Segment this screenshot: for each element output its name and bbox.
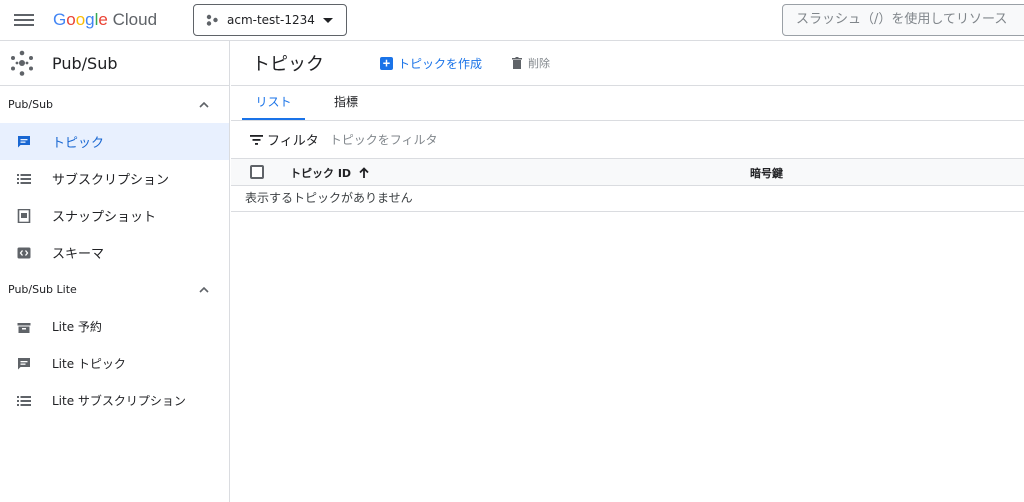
page-title: トピック (252, 54, 324, 75)
trash-icon (512, 57, 523, 69)
topic-icon (18, 357, 30, 369)
delete-label: 削除 (528, 57, 551, 70)
sidebar-item-lite-reservations[interactable]: Lite 予約 (0, 308, 229, 345)
table-header-row: トピック ID 暗号鍵 (231, 159, 1024, 186)
section-title: Pub/Sub (8, 98, 54, 111)
sidebar-item-label: スキーマ (52, 247, 105, 262)
google-cloud-logo[interactable]: Google Cloud (53, 8, 157, 32)
sidebar-item-snapshots[interactable]: スナップショット (0, 197, 229, 234)
sidebar-item-subscriptions[interactable]: サブスクリプション (0, 160, 229, 197)
list-icon (17, 173, 31, 184)
page-header: トピック + トピックを作成 削除 (231, 41, 1024, 86)
chevron-up-icon (199, 101, 209, 108)
empty-table-message: 表示するトピックがありません (231, 186, 1024, 212)
tab-list[interactable]: リスト (242, 86, 305, 120)
delete-button[interactable]: 削除 (512, 55, 550, 71)
sidebar-item-label: Lite トピック (52, 357, 126, 371)
tab-bar: リスト 指標 (231, 86, 1024, 121)
project-name: acm-test-1234 (227, 13, 315, 27)
create-topic-button[interactable]: + トピックを作成 (380, 55, 482, 72)
list-icon (17, 395, 31, 406)
section-header-pubsub[interactable]: Pub/Sub (0, 86, 229, 123)
snapshot-icon (17, 208, 31, 223)
filter-bar: フィルタ (231, 121, 1024, 159)
dropdown-caret-icon (322, 17, 333, 23)
sidebar-item-label: サブスクリプション (52, 173, 170, 188)
product-header: Pub/Sub (0, 41, 229, 86)
column-label: トピック ID (290, 167, 352, 180)
sort-arrow-up-icon (359, 167, 369, 178)
pubsub-logo-icon (11, 50, 33, 76)
schema-icon (17, 247, 31, 258)
sidebar-item-label: トピック (52, 136, 105, 151)
column-header-encryption-key[interactable]: 暗号鍵 (750, 165, 783, 181)
sidebar-item-lite-topics[interactable]: Lite トピック (0, 345, 229, 382)
column-header-topic-id[interactable]: トピック ID (290, 165, 369, 181)
section-title: Pub/Sub Lite (8, 283, 77, 296)
select-all-checkbox[interactable] (250, 165, 264, 179)
chevron-up-icon (199, 286, 209, 293)
project-icon (206, 14, 218, 26)
section-header-pubsub-lite[interactable]: Pub/Sub Lite (0, 271, 229, 308)
search-input[interactable]: スラッシュ（/）を使用してリソース (782, 4, 1024, 36)
sidebar-item-topics[interactable]: トピック (0, 123, 229, 160)
hamburger-menu-icon[interactable] (14, 11, 34, 29)
sidebar-item-label: Lite サブスクリプション (52, 394, 186, 408)
sidebar: Pub/Sub Pub/Sub トピック サブスクリプション スナップショット (0, 41, 230, 502)
filter-icon[interactable] (250, 134, 263, 145)
sidebar-item-lite-subscriptions[interactable]: Lite サブスクリプション (0, 382, 229, 419)
sidebar-item-label: スナップショット (52, 210, 157, 225)
top-bar: Google Cloud acm-test-1234 スラッシュ（/）を使用して… (0, 0, 1024, 41)
main-content: トピック + トピックを作成 削除 リスト 指標 フィルタ トピック I (231, 41, 1024, 502)
sidebar-item-label: Lite 予約 (52, 320, 102, 334)
filter-label[interactable]: フィルタ (267, 130, 319, 149)
tab-metrics[interactable]: 指標 (330, 86, 362, 120)
product-title: Pub/Sub (52, 53, 118, 73)
add-icon: + (380, 56, 393, 70)
filter-input[interactable] (329, 132, 730, 147)
create-topic-label: トピックを作成 (398, 56, 483, 71)
topic-icon (18, 135, 30, 147)
reservation-icon (17, 322, 31, 333)
sidebar-item-schemas[interactable]: スキーマ (0, 234, 229, 271)
project-selector[interactable]: acm-test-1234 (193, 4, 347, 36)
